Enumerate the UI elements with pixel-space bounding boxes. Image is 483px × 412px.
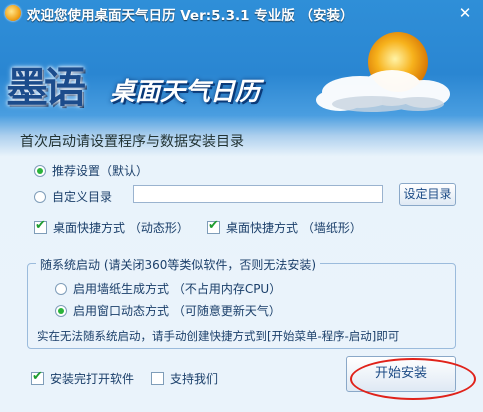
custom-dir-radio[interactable] bbox=[34, 190, 46, 203]
wallpaper-shortcut-checkbox[interactable] bbox=[207, 218, 220, 234]
recommended-label: 推荐设置（默认） bbox=[52, 164, 149, 178]
open-after-install-label: 安装完打开软件 bbox=[50, 372, 135, 386]
custom-dir-option[interactable]: 自定义目录 bbox=[34, 188, 112, 205]
title-bar[interactable]: 欢迎您使用桌面天气日历 Ver:5.3.1 专业版 （安装） ✕ bbox=[0, 0, 483, 26]
dynamic-shortcut-option[interactable]: 桌面快捷方式 （动态形） bbox=[34, 218, 189, 236]
custom-dir-label: 自定义目录 bbox=[52, 190, 113, 204]
support-us-label: 支持我们 bbox=[170, 372, 219, 386]
startup-group-title: 随系统启动 (请关闭360等类似软件，否则无法安装) bbox=[36, 256, 321, 273]
recommended-option[interactable]: 推荐设置（默认） bbox=[34, 162, 148, 179]
close-button[interactable]: ✕ bbox=[455, 4, 475, 22]
open-after-install-option[interactable]: 安装完打开软件 bbox=[31, 369, 135, 387]
open-after-install-checkbox[interactable] bbox=[31, 369, 44, 385]
window-title: 欢迎您使用桌面天气日历 Ver:5.3.1 专业版 （安装） bbox=[27, 8, 354, 24]
startup-wallpaper-option[interactable]: 启用墙纸生成方式 （不占用内存CPU） bbox=[55, 280, 281, 297]
startup-window-option[interactable]: 启用窗口动态方式 （可随意更新天气） bbox=[55, 302, 281, 319]
brand-title: 桌面天气日历 bbox=[110, 77, 261, 106]
dynamic-shortcut-checkbox[interactable] bbox=[34, 218, 47, 234]
startup-window-label: 启用窗口动态方式 （可随意更新天气） bbox=[73, 304, 281, 318]
highlight-ellipse bbox=[350, 358, 476, 400]
recommended-radio[interactable] bbox=[34, 164, 46, 177]
install-dir-input[interactable] bbox=[133, 185, 383, 203]
setup-heading: 首次启动请设置程序与数据安装目录 bbox=[20, 134, 244, 150]
wallpaper-shortcut-option[interactable]: 桌面快捷方式 （墙纸形） bbox=[207, 218, 362, 236]
startup-window-radio[interactable] bbox=[55, 304, 67, 317]
set-dir-button[interactable]: 设定目录 bbox=[399, 183, 456, 206]
startup-wallpaper-radio[interactable] bbox=[55, 282, 67, 295]
wallpaper-shortcut-label: 桌面快捷方式 （墙纸形） bbox=[226, 221, 362, 235]
sun-cloud-icon bbox=[316, 32, 450, 112]
support-us-option[interactable]: 支持我们 bbox=[151, 370, 218, 387]
installer-window: 欢迎您使用桌面天气日历 Ver:5.3.1 专业版 （安装） ✕ 墨语 桌面天气… bbox=[0, 0, 483, 412]
support-us-checkbox[interactable] bbox=[151, 372, 164, 385]
app-sun-icon bbox=[5, 5, 21, 21]
startup-note: 实在无法随系统启动，请手动创建快捷方式到[开始菜单-程序-启动]即可 bbox=[37, 329, 400, 343]
logo-calligraphy: 墨语 bbox=[6, 63, 86, 112]
dynamic-shortcut-label: 桌面快捷方式 （动态形） bbox=[53, 221, 189, 235]
startup-wallpaper-label: 启用墙纸生成方式 （不占用内存CPU） bbox=[73, 282, 282, 296]
